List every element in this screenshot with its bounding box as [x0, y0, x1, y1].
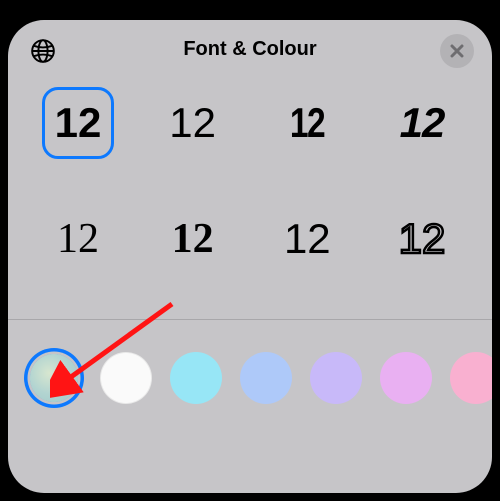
globe-icon	[30, 38, 56, 64]
color-option-gradient[interactable]	[30, 354, 78, 402]
font-option-4[interactable]: 12	[386, 87, 458, 159]
sheet-title: Font & Colour	[183, 38, 316, 61]
font-option-3[interactable]: 12	[279, 87, 337, 159]
font-option-2[interactable]: 12	[157, 87, 229, 159]
font-option-5[interactable]: 12	[42, 203, 114, 275]
close-button[interactable]	[440, 34, 474, 68]
font-picker: 12 12 12 12 12 12 12 12	[8, 83, 492, 319]
color-option-magenta[interactable]	[380, 352, 432, 404]
font-option-6[interactable]: 12	[157, 203, 229, 275]
color-option-purple[interactable]	[310, 352, 362, 404]
font-option-7[interactable]: 12	[271, 203, 343, 275]
font-option-8[interactable]: 12	[386, 203, 458, 275]
color-option-pink[interactable]	[450, 352, 492, 404]
color-option-cyan[interactable]	[170, 352, 222, 404]
font-option-1[interactable]: 12	[42, 87, 114, 159]
font-colour-sheet: Font & Colour 12 12 12 12 12 12 12 12	[8, 20, 492, 493]
color-option-white[interactable]	[100, 352, 152, 404]
language-button[interactable]	[28, 36, 58, 66]
color-picker[interactable]	[8, 320, 492, 436]
color-option-blue[interactable]	[240, 352, 292, 404]
sheet-header: Font & Colour	[8, 20, 492, 83]
close-icon	[450, 44, 464, 58]
